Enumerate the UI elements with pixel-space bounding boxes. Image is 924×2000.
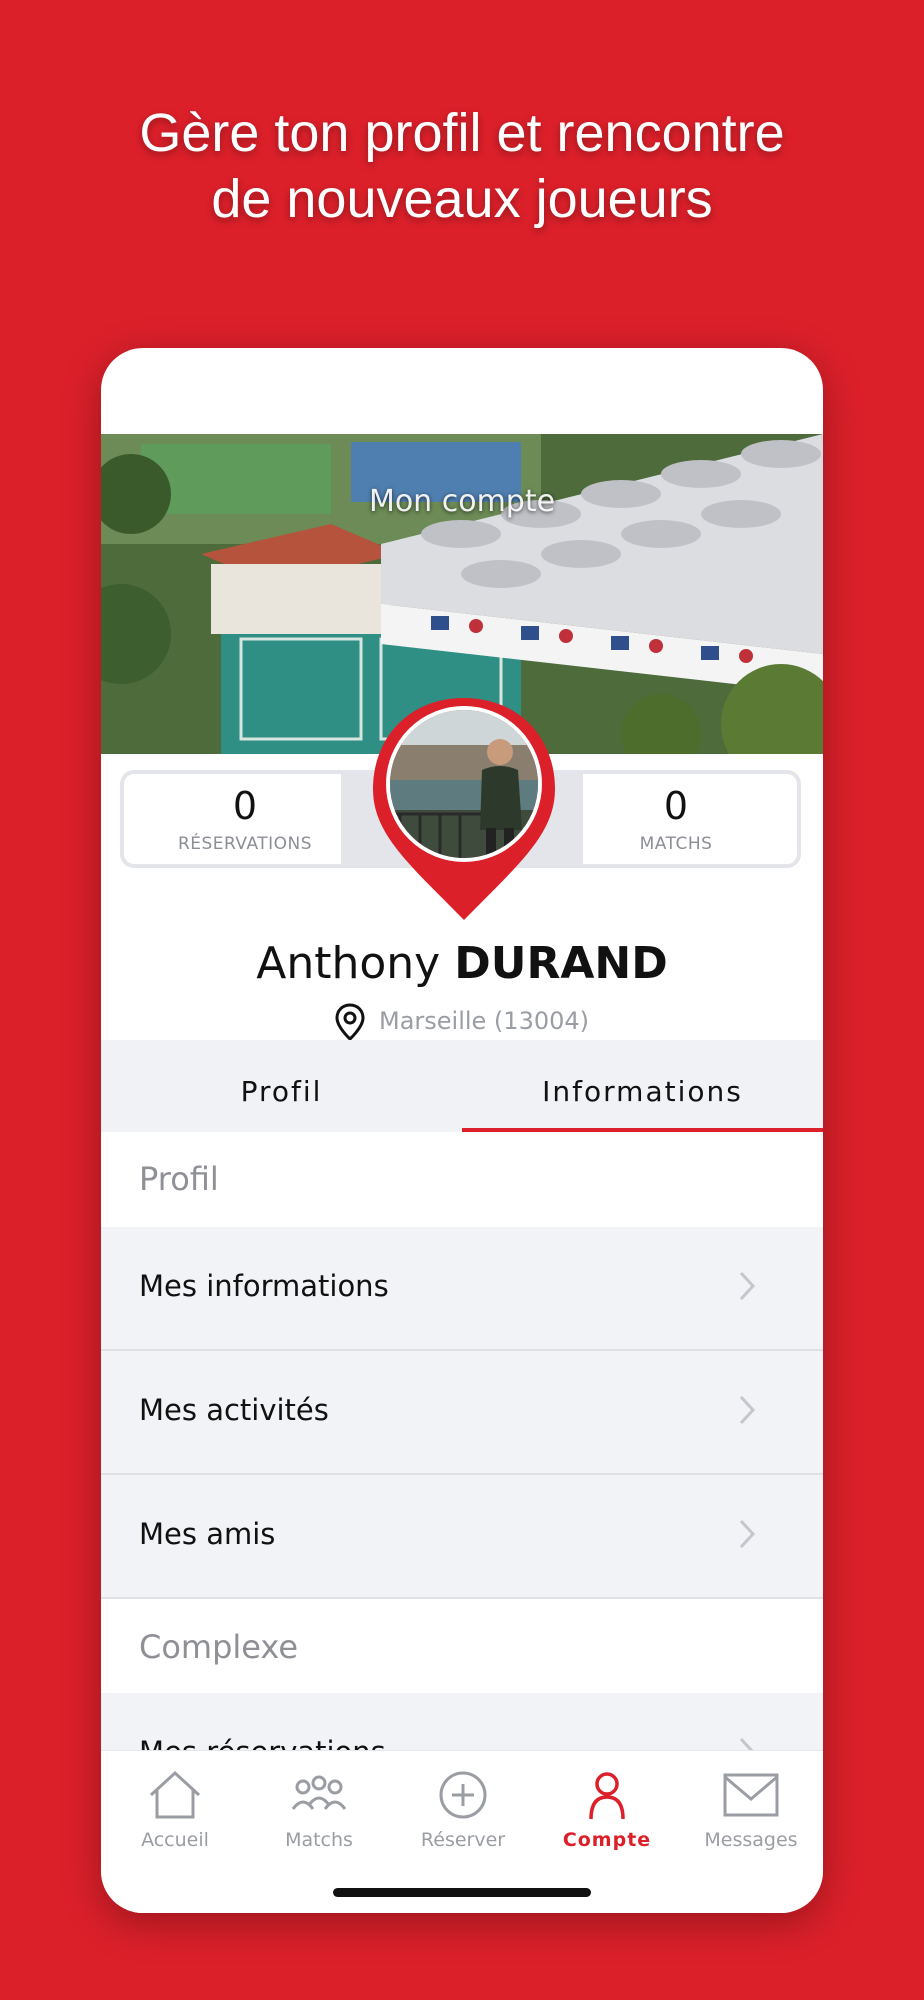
user-name: Anthony DURAND [101,938,823,989]
location-pin-icon [335,1003,365,1042]
menu-item-label: Mes amis [139,1517,276,1551]
home-icon [149,1770,201,1819]
screen-title: Mon compte [368,484,556,519]
matchs-count: 0 [663,784,689,828]
headline-line-1: Gère ton profil et rencontre [139,103,785,163]
user-first-name: Anthony [256,938,441,989]
tab-informations[interactable]: Informations [462,1040,823,1132]
tabbar-label: Réserver [420,1829,506,1851]
user-location: Marseille (13004) [101,1003,823,1042]
tabbar-compte[interactable]: Compte [535,1769,679,1851]
tabbar-label: Compte [562,1829,652,1851]
avatar[interactable] [386,706,542,862]
reservations-count: 0 [232,784,258,828]
home-indicator[interactable] [333,1888,591,1897]
menu-item-label: Mes activités [139,1393,329,1427]
players-icon [291,1775,347,1810]
chevron-right-icon [739,1271,756,1301]
tabbar-label: Messages [704,1829,798,1851]
headline-line-2: de nouveaux joueurs [211,169,713,229]
chevron-right-icon [739,1395,756,1425]
headline: Gère ton profil et rencontre de nouveaux… [0,100,924,232]
tabbar-reserver[interactable]: Réserver [391,1769,535,1851]
plus-circle-icon [439,1771,487,1819]
section-title-profil: Profil [139,1160,219,1198]
user-last-name: DURAND [454,938,668,989]
matchs-label: MATCHS [639,834,713,854]
tabbar-messages[interactable]: Messages [679,1769,823,1851]
chevron-right-icon [739,1519,756,1549]
user-icon [589,1772,625,1820]
tabbar-accueil[interactable]: Accueil [103,1769,247,1851]
profile-tabs: Profil Informations [101,1040,823,1132]
section-title-complexe: Complexe [139,1628,299,1666]
menu-item-label: Mes informations [139,1269,389,1303]
matchs-stat-card[interactable]: 0 MATCHS [551,770,801,868]
tabbar-label: Matchs [285,1829,353,1851]
tab-profil[interactable]: Profil [101,1040,462,1132]
menu-item-mes-activites[interactable]: Mes activités [101,1351,823,1475]
active-tab-indicator [462,1128,823,1132]
user-location-text: Marseille (13004) [378,1007,590,1035]
menu-item-mes-amis[interactable]: Mes amis [101,1475,823,1599]
mail-icon [723,1773,779,1817]
reservations-label: RÉSERVATIONS [177,834,313,854]
reservations-stat-card[interactable]: 0 RÉSERVATIONS [120,770,370,868]
tabbar-matchs[interactable]: Matchs [247,1769,391,1851]
phone-screen: Mon compte 0 RÉSERVATIONS 0 MATCHS Antho… [101,348,823,1913]
tabbar-label: Accueil [141,1829,209,1851]
menu-item-mes-informations[interactable]: Mes informations [101,1227,823,1351]
